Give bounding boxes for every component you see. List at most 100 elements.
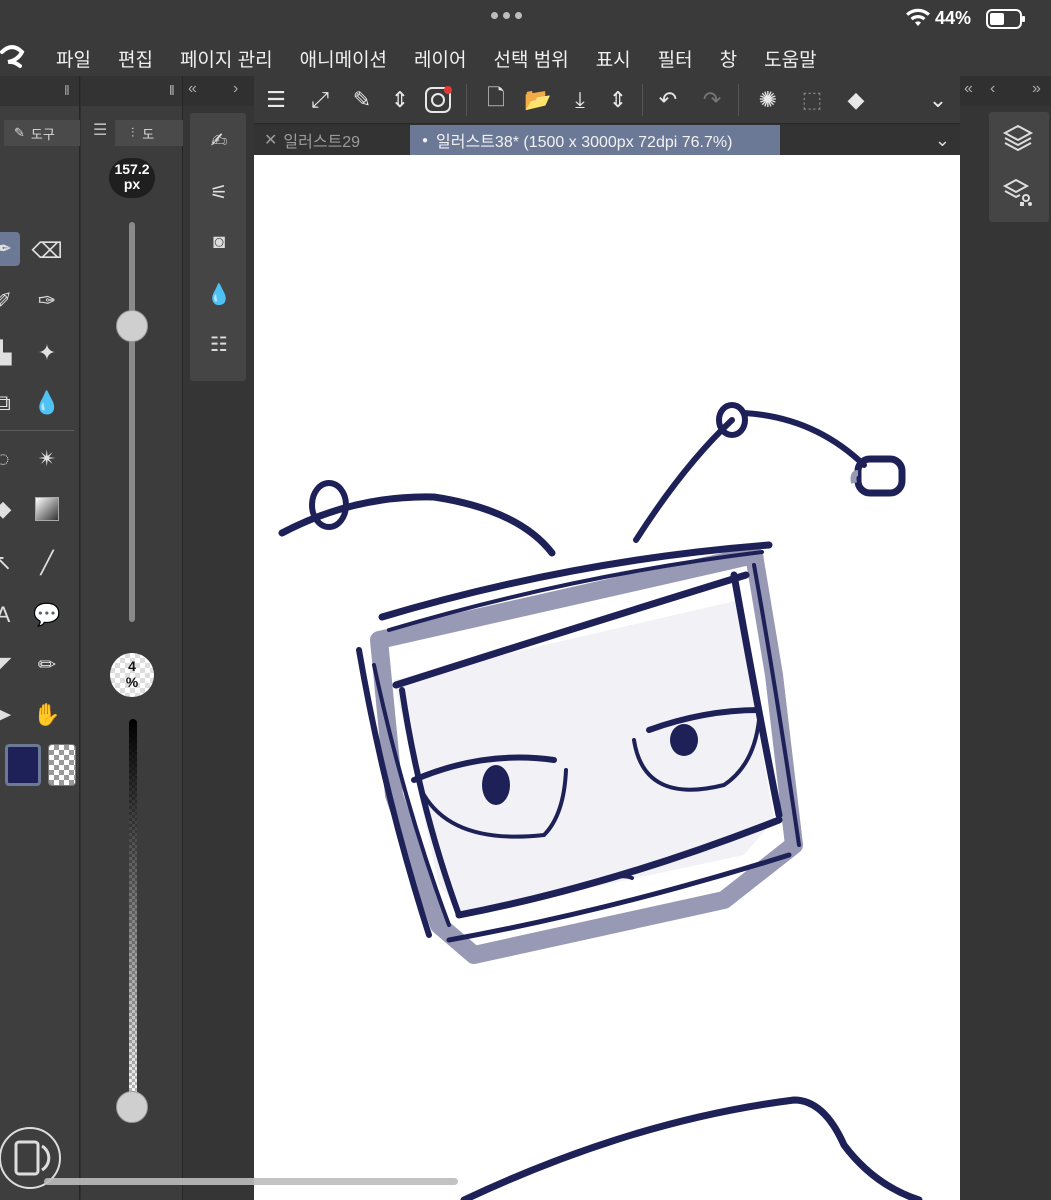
collapse-panel-icon[interactable]: « xyxy=(188,80,197,98)
mini-panel-header[interactable]: ‖ « › xyxy=(169,76,254,106)
layer-property-icon[interactable] xyxy=(1002,176,1034,208)
pen-nib-icon[interactable]: ✑ xyxy=(30,284,64,318)
layer-list-icon[interactable]: ☷ xyxy=(204,329,234,359)
menu-help[interactable]: 도움말 xyxy=(764,45,816,72)
menu-page-management[interactable]: 페이지 관리 xyxy=(180,45,273,72)
tool-panel: ‖ « ✎ 도구 ✒ ⌫ ✐ ✑ ▙ ✦ ⧉ 💧 ◌ ✴ ◆ ↖ ╱ A 💬 ◤… xyxy=(0,76,93,1200)
chevron-updown-icon[interactable]: ⇕ xyxy=(384,84,416,116)
square-stop-icon[interactable]: ◙ xyxy=(204,227,234,257)
opacity-slider-knob[interactable] xyxy=(116,1091,148,1123)
drops-tool-icon[interactable]: 💧 xyxy=(30,386,64,420)
ruler-tool-icon[interactable]: ◤ xyxy=(0,648,20,682)
blend-tool-icon[interactable]: ⧉ xyxy=(0,386,20,420)
selection-area-icon[interactable]: ⬚ xyxy=(796,84,828,116)
multitask-dots-icon[interactable] xyxy=(491,12,522,19)
redo-icon[interactable]: ↷ xyxy=(696,84,728,116)
line-tool-icon[interactable]: ╱ xyxy=(30,546,64,580)
operation-tool-icon[interactable]: ➤ xyxy=(0,698,20,732)
open-folder-icon[interactable]: 📂 xyxy=(522,84,554,116)
tab-illustration-38[interactable]: ● 일러스트38* (1500 x 3000px 72dpi 76.7%) xyxy=(410,125,780,155)
tab-list-chevron-icon[interactable]: ⌄ xyxy=(935,130,950,151)
menu-view[interactable]: 표시 xyxy=(596,45,631,72)
eyedropper-icon[interactable]: ✏ xyxy=(30,648,64,682)
undo-icon[interactable]: ↶ xyxy=(652,84,684,116)
opacity-unit: % xyxy=(125,674,139,690)
transparent-color-swatch[interactable] xyxy=(48,744,76,786)
fit-canvas-icon[interactable]: ⤢ xyxy=(304,84,336,116)
size-panel-tab-label: 도 xyxy=(142,126,155,142)
brush-size-slider-knob[interactable] xyxy=(116,310,148,342)
layer-panel-box xyxy=(989,112,1049,222)
sparkle-tool-icon[interactable]: ✦ xyxy=(30,336,64,370)
magic-wand-icon[interactable]: ✴ xyxy=(30,442,64,476)
menu-edit[interactable]: 편집 xyxy=(118,45,153,72)
collapse-panel-icon[interactable]: « xyxy=(964,80,973,98)
menu-hamburger-icon[interactable]: ☰ xyxy=(260,84,292,116)
document-tab-bar: ✕ 일러스트29 ● 일러스트38* (1500 x 3000px 72dpi … xyxy=(254,125,960,155)
panel-grip-icon[interactable]: ‖ xyxy=(169,82,175,98)
expand-panel-icon[interactable]: » xyxy=(1032,80,1041,98)
chevron-left-icon[interactable]: ‹ xyxy=(990,80,995,98)
tool-tab-label: 도구 xyxy=(30,126,55,142)
menu-window[interactable]: 창 xyxy=(720,45,737,72)
panel-menu-icon[interactable]: ☰ xyxy=(93,120,107,140)
app-logo-icon[interactable] xyxy=(0,42,26,72)
chevron-down-icon[interactable]: ⌄ xyxy=(922,84,954,116)
brush-size-value: 157.2 xyxy=(114,161,150,177)
move-tool-icon[interactable]: ↖ xyxy=(0,546,20,580)
right-panel: « ‹ » xyxy=(960,76,1051,1200)
brush-size-slider-track[interactable] xyxy=(129,222,135,622)
stamp-tool-icon[interactable]: ▙ xyxy=(0,336,20,370)
expand-panel-icon[interactable]: › xyxy=(233,80,238,98)
fill-icon[interactable]: ◆ xyxy=(840,84,872,116)
sub-tool-box: ✍ ⚟ ◙ 💧 ☷ xyxy=(190,113,246,381)
menu-filter[interactable]: 필터 xyxy=(658,45,693,72)
right-panel-header[interactable]: « ‹ » xyxy=(960,76,1051,106)
text-tool-icon[interactable]: A xyxy=(0,598,20,632)
brush-settings-icon[interactable]: ✍ xyxy=(204,125,234,155)
battery-percent: 44% xyxy=(935,8,972,28)
menu-selection[interactable]: 선택 범위 xyxy=(493,45,568,72)
eraser-tool-icon[interactable]: ⌫ xyxy=(30,234,64,268)
fill-pen-icon[interactable]: ✐ xyxy=(0,284,20,318)
tool-tab[interactable]: ✎ 도구 xyxy=(4,120,80,146)
brush-size-unit: px xyxy=(123,176,141,192)
opacity-slider-track[interactable] xyxy=(129,719,137,1107)
slider-settings-icon: ⫶ xyxy=(131,125,135,140)
tool-property-icon[interactable]: ⚟ xyxy=(204,177,234,207)
color-drops-icon[interactable]: 💧 xyxy=(204,279,234,309)
home-indicator[interactable] xyxy=(44,1178,458,1185)
battery-icon xyxy=(986,9,1025,29)
rotate-screen-icon[interactable] xyxy=(0,1118,64,1200)
close-icon[interactable]: ✕ xyxy=(264,130,277,150)
menu-layer[interactable]: 레이어 xyxy=(414,45,466,72)
tool-panel-header[interactable]: ‖ « xyxy=(0,76,93,106)
drawing-canvas[interactable] xyxy=(254,155,960,1200)
gradient-tool-icon[interactable] xyxy=(30,492,64,526)
fill-bucket-icon[interactable]: ◆ xyxy=(0,492,20,526)
tab-illustration-29[interactable]: ✕ 일러스트29 xyxy=(258,125,408,155)
size-panel-tab[interactable]: ⫶ 도 xyxy=(115,120,183,146)
lasso-tool-icon[interactable]: ◌ xyxy=(0,442,20,476)
panel-grip-icon[interactable]: ‖ xyxy=(64,82,70,98)
new-canvas-icon[interactable]: 🗋 xyxy=(480,84,512,116)
command-bar: ☰ ⤢ ✎ ⇕ 🗋 📂 ⤓ ⇕ ↶ ↷ ✺ ⬚ ◆ ⌄ xyxy=(254,76,960,124)
command-separator xyxy=(466,84,467,116)
edit-canvas-icon[interactable]: ✎ xyxy=(346,84,378,116)
cloud-sync-icon[interactable] xyxy=(422,84,454,116)
main-color-swatch[interactable] xyxy=(5,744,41,786)
hand-tool-icon[interactable]: ✋ xyxy=(30,698,64,732)
pen-tool-icon[interactable]: ✒ xyxy=(0,232,20,266)
command-separator xyxy=(738,84,739,116)
chevron-updown-icon[interactable]: ⇕ xyxy=(602,84,634,116)
balloon-tool-icon[interactable]: 💬 xyxy=(30,598,64,632)
menu-animation[interactable]: 애니메이션 xyxy=(300,45,387,72)
tab-label: 일러스트38* (1500 x 3000px 72dpi 76.7%) xyxy=(436,134,733,151)
menu-items: 파일 편집 페이지 관리 애니메이션 레이어 선택 범위 표시 필터 창 도움말 xyxy=(56,45,844,72)
menu-file[interactable]: 파일 xyxy=(56,45,91,72)
save-icon[interactable]: ⤓ xyxy=(564,84,596,116)
size-panel-header[interactable]: ‖ xyxy=(81,76,182,106)
brush-size-panel: ‖ ⫶ 도 ☰ 157.2 px 4 % xyxy=(81,76,183,1200)
layers-icon[interactable] xyxy=(1002,122,1034,154)
loading-clear-icon[interactable]: ✺ xyxy=(752,84,784,116)
